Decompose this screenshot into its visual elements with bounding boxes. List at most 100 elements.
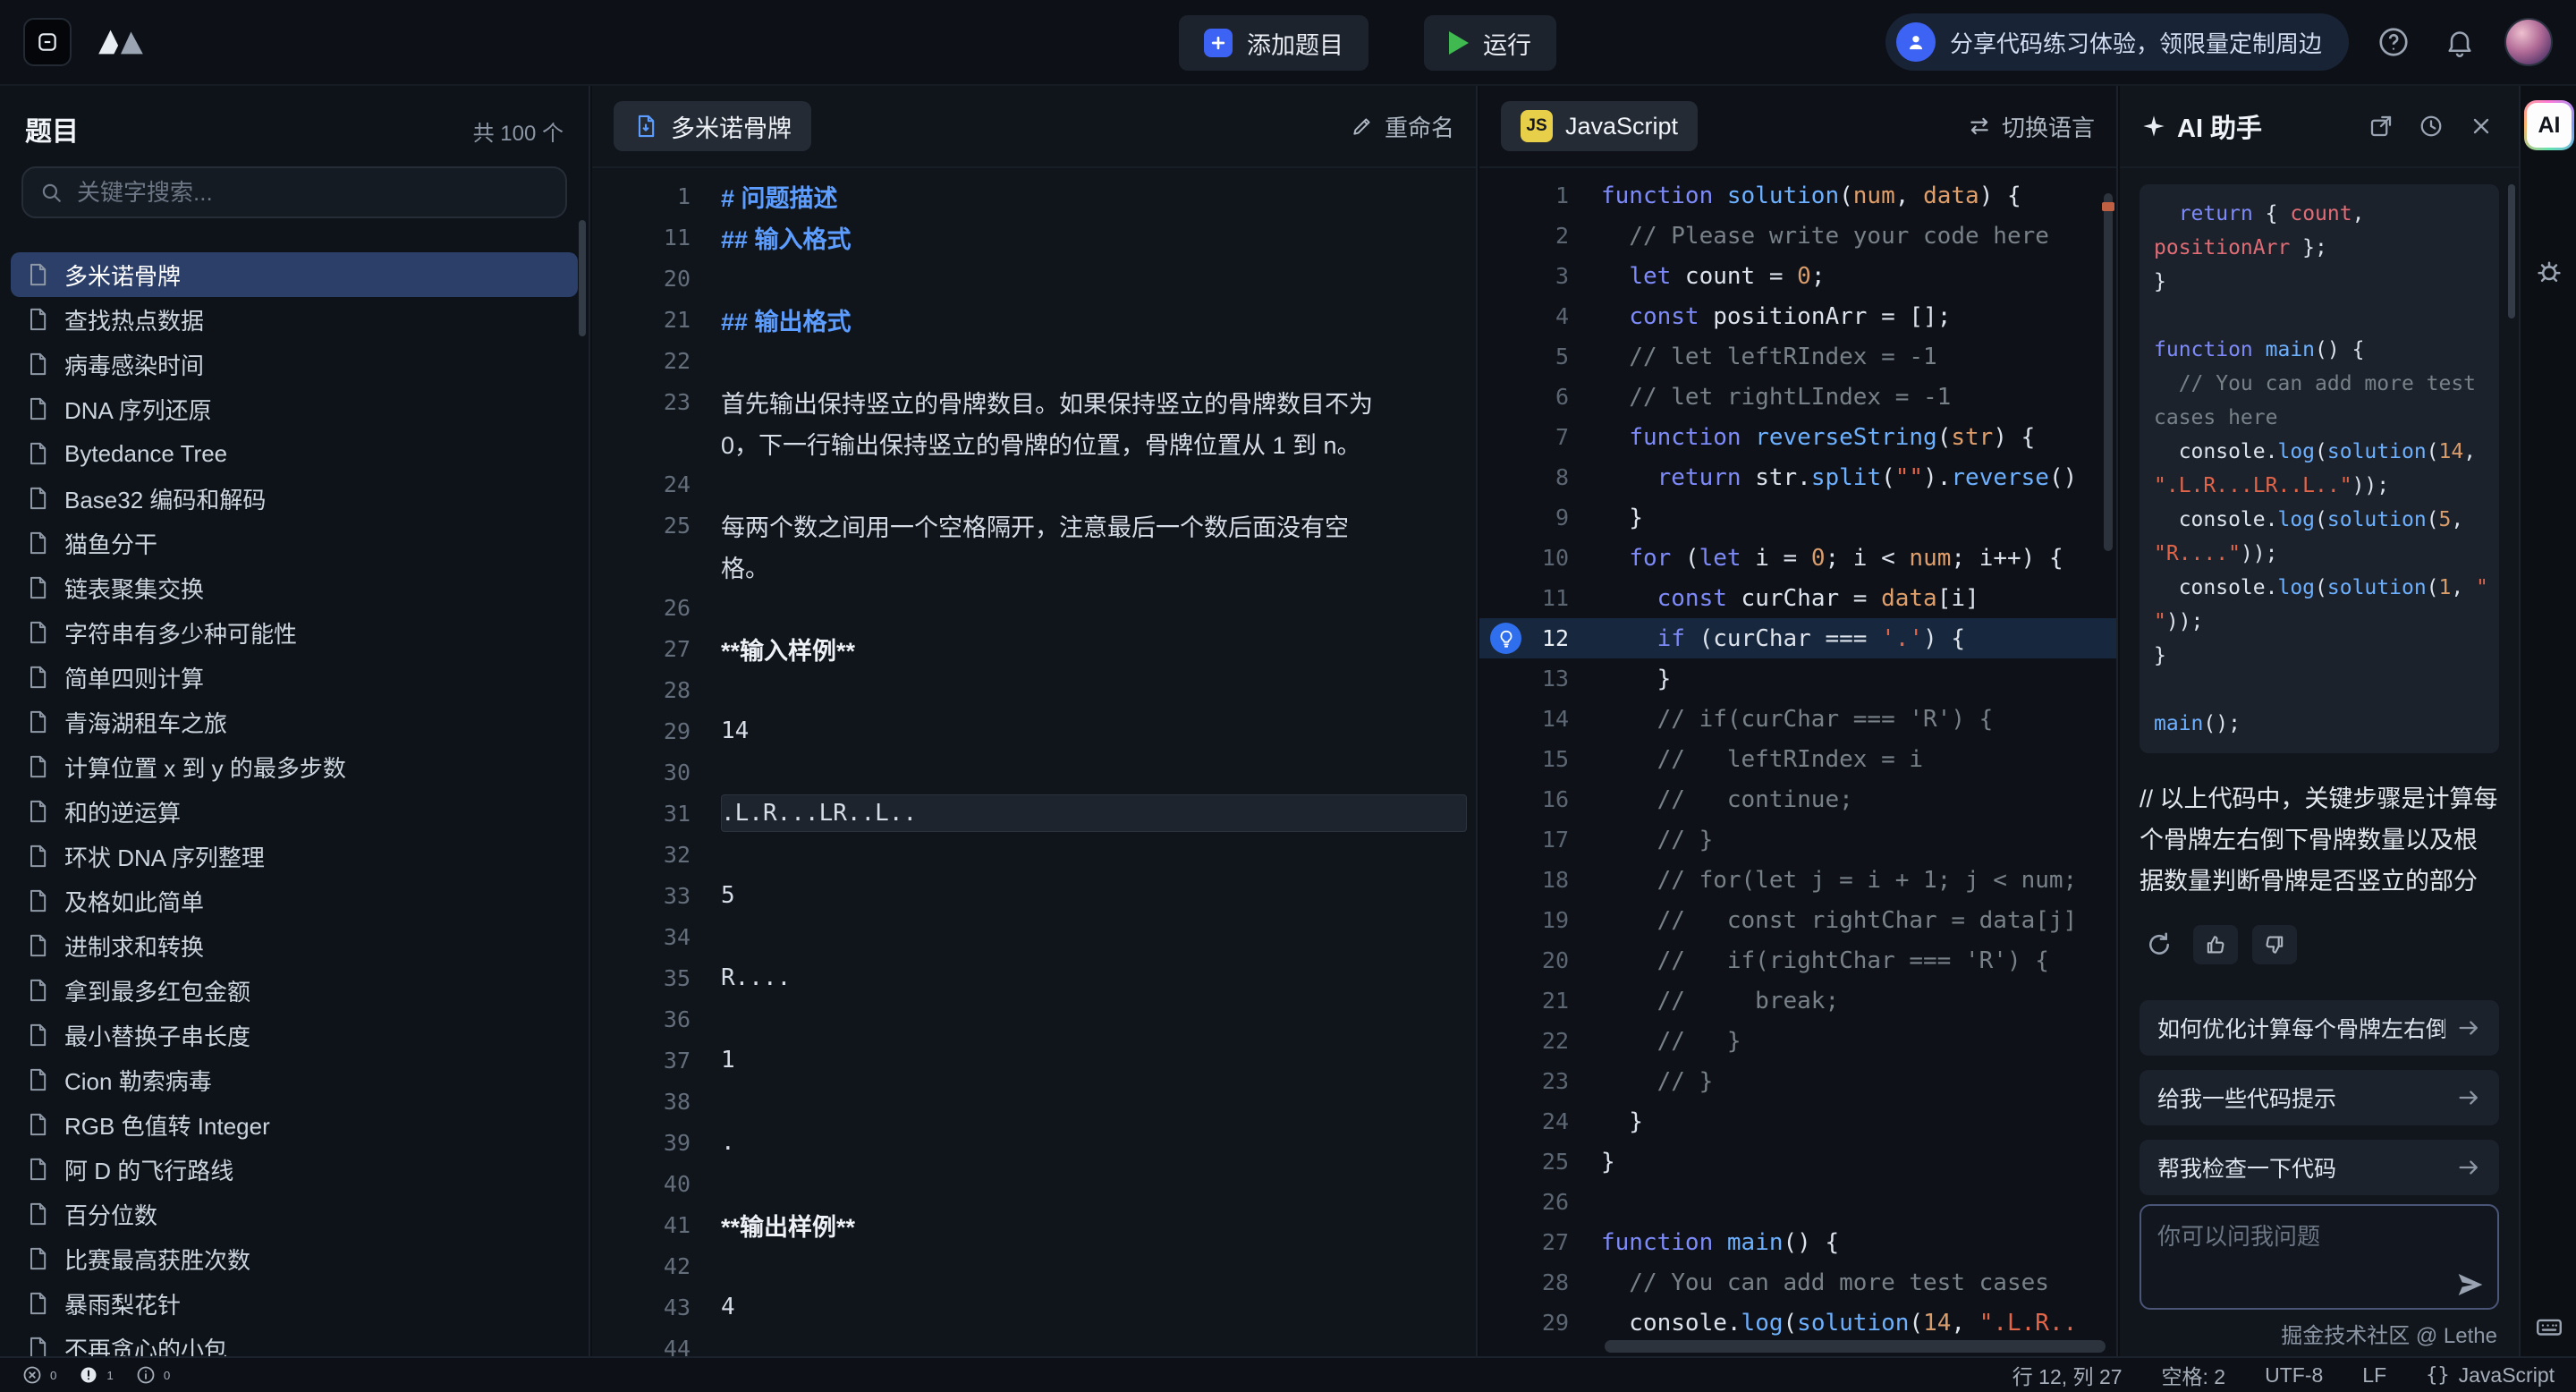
sidebar-item[interactable]: 字符串有多少种可能性 [11,610,578,655]
editor-content[interactable]: 1function solution(num, data) {2 // Plea… [1479,168,2116,1356]
ai-code-line: // You can add more test [2154,367,2485,401]
bug-button[interactable] [2534,256,2564,286]
line-number: 23 [1479,1068,1569,1094]
ai-suggestion-button[interactable]: 给我一些代码提示 [2140,1070,2499,1125]
thumbs-down-button[interactable] [2252,925,2297,964]
sidebar-item[interactable]: 比赛最高获胜次数 [11,1236,578,1281]
doc-line: 32 [592,834,1476,875]
sidebar-item[interactable]: 和的逆运算 [11,789,578,834]
code-line-text: if (curChar === '.') { [1601,625,1965,652]
code-line: 13 } [1479,658,2116,699]
sidebar-item[interactable]: Bytedance Tree [11,431,578,476]
ai-assistant-badge[interactable]: AI [2524,100,2574,150]
sidebar-item[interactable]: Cion 勒索病毒 [11,1057,578,1102]
editor-horizontal-scrollbar[interactable] [1605,1340,2106,1353]
sidebar-item[interactable]: 阿 D 的飞行路线 [11,1147,578,1192]
code-line-text: } [1601,666,1671,692]
run-button[interactable]: 运行 [1424,15,1556,71]
code-line: 24 } [1479,1101,2116,1142]
status-infos[interactable]: 0 [135,1364,170,1386]
sidebar-item[interactable]: 进制求和转换 [11,923,578,968]
ai-suggestion-button[interactable]: 如何优化计算每个骨牌左右倒下骨... [2140,1000,2499,1056]
close-ai-button[interactable] [2465,110,2497,142]
lightbulb-icon[interactable] [1490,623,1521,654]
sidebar-item-label: 进制求和转换 [64,929,204,963]
sidebar-item[interactable]: 链表聚集交换 [11,565,578,610]
document-icon [25,262,50,287]
status-errors[interactable]: 0 [21,1364,56,1386]
search-input[interactable] [75,178,549,208]
export-chat-button[interactable] [2365,110,2397,142]
sidebar-item[interactable]: 暴雨梨花针 [11,1281,578,1326]
document-icon [25,352,50,377]
sidebar-scrollbar[interactable] [579,220,586,336]
sidebar-item[interactable]: 青海湖租车之旅 [11,700,578,744]
line-number: 10 [1479,545,1569,571]
notifications-button[interactable] [2438,21,2481,64]
cursor-position[interactable]: 行 12, 列 27 [2012,1360,2123,1390]
doc-line-text: 首先输出保持竖立的骨牌数目。如果保持竖立的骨牌数目不为 [721,385,1373,420]
sidebar-item[interactable]: 拿到最多红包金额 [11,968,578,1013]
code-line-text: // let rightLIndex = -1 [1601,384,1951,411]
ai-scrollbar[interactable] [2508,184,2515,318]
ai-input-box [2140,1204,2499,1310]
app-logo-button[interactable] [23,18,72,66]
help-button[interactable] [2372,21,2415,64]
send-button[interactable] [2456,1270,2485,1299]
ai-suggestion-button[interactable]: 帮我检查一下代码 [2140,1140,2499,1195]
add-problem-button[interactable]: 添加题目 [1179,15,1368,71]
sidebar-item[interactable]: Base32 编码和解码 [11,476,578,521]
sidebar-item[interactable]: 环状 DNA 序列整理 [11,834,578,878]
document-icon [25,1336,50,1356]
history-button[interactable] [2415,110,2447,142]
thumbs-up-button[interactable] [2193,925,2238,964]
sidebar-item[interactable]: 最小替换子串长度 [11,1013,578,1057]
editor-tab[interactable]: JS JavaScript [1501,101,1698,151]
sidebar-item[interactable]: RGB 色值转 Integer [11,1102,578,1147]
keyboard-icon [2534,1311,2564,1342]
ai-header-icons [2365,110,2497,142]
sidebar-item[interactable]: 计算位置 x 到 y 的最多步数 [11,744,578,789]
sidebar-item[interactable]: 多米诺骨牌 [11,252,578,297]
eol-setting[interactable]: LF [2362,1363,2386,1388]
regenerate-button[interactable] [2140,925,2179,964]
sidebar-item[interactable]: 病毒感染时间 [11,342,578,386]
line-number: 16 [1479,786,1569,812]
line-number: 19 [1479,907,1569,933]
topbar-right: 分享代码练习体验，领限量定制周边 [1885,13,2553,71]
line-number: 22 [592,348,691,374]
sidebar-item[interactable]: DNA 序列还原 [11,386,578,431]
sidebar-item[interactable]: 及格如此简单 [11,878,578,923]
keyboard-button[interactable] [2534,1311,2564,1342]
document-icon [25,575,50,600]
sidebar-item[interactable]: 简单四则计算 [11,655,578,700]
sidebar-item-label: 计算位置 x 到 y 的最多步数 [64,751,346,784]
line-number: 3 [1479,263,1569,289]
rename-button[interactable]: 重命名 [1351,110,1454,143]
ai-code-line: ")); [2154,605,2485,639]
language-mode[interactable]: {} JavaScript [2426,1363,2555,1388]
doc-line: 26 [592,587,1476,628]
sidebar-item[interactable]: 百分位数 [11,1192,578,1236]
switch-language-button[interactable]: 切换语言 [1968,110,2095,143]
ai-input[interactable] [2141,1206,2497,1308]
doc-content[interactable]: 1# 问题描述11## 输入格式2021## 输出格式2223首先输出保持竖立的… [592,168,1476,1356]
document-icon [25,1157,50,1182]
status-warnings[interactable]: 1 [78,1364,113,1386]
editor-panel: JS JavaScript 切换语言 1function solution(nu… [1479,86,2118,1356]
doc-tab[interactable]: 多米诺骨牌 [614,101,811,151]
sidebar-item[interactable]: 查找热点数据 [11,297,578,342]
encoding[interactable]: UTF-8 [2265,1363,2323,1388]
line-number: 2 [1479,223,1569,249]
avatar[interactable] [2504,18,2553,66]
sidebar-item[interactable]: 猫鱼分干 [11,521,578,565]
line-number: 42 [592,1253,691,1279]
promo-banner[interactable]: 分享代码练习体验，领限量定制周边 [1885,13,2349,71]
thumbs-down-icon [2262,932,2287,957]
sidebar-item-label: Cion 勒索病毒 [64,1064,212,1097]
indent-setting[interactable]: 空格: 2 [2162,1360,2226,1390]
doc-line: 34 [592,916,1476,957]
doc-line: 39. [592,1122,1476,1163]
sidebar-item[interactable]: 不再贪心的小包 [11,1326,578,1356]
editor-vertical-scrollbar[interactable] [2104,193,2113,551]
